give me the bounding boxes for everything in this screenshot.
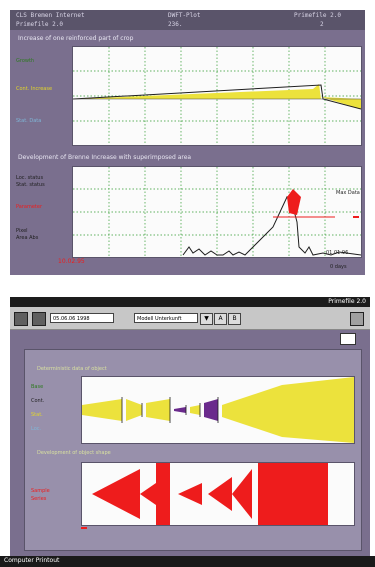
bottom-panel1-legend-3: Stat. bbox=[31, 412, 43, 418]
top-subtitle-center: 236. bbox=[168, 21, 183, 28]
bottom-toolbar: 05.06.06 1998 Modell Unterkunft ▼ A B bbox=[10, 307, 370, 330]
top-titlebar: CLS Bremen Internet DWFT-Plot Primefile … bbox=[10, 10, 365, 30]
top-panel2-legend-2: Stat. status bbox=[16, 182, 45, 188]
top-panel2-chart bbox=[73, 167, 362, 257]
top-screenshot: CLS Bremen Internet DWFT-Plot Primefile … bbox=[10, 10, 365, 275]
top-panel2-legend-3: Pixel bbox=[16, 228, 28, 234]
top-max-data-label: Max Data bbox=[336, 190, 360, 196]
status-bar: Computer Printout bbox=[0, 556, 375, 567]
top-panel1-legend-2: Cont. Increase bbox=[16, 86, 53, 92]
bottom-panel2-legend-2: Series bbox=[31, 496, 47, 502]
top-panel1-legend-3: Stat. Data bbox=[16, 118, 42, 124]
bottom-shape-7 bbox=[222, 377, 354, 443]
bottom-red-triangle-3 bbox=[178, 483, 202, 505]
bottom-shape-5 bbox=[190, 405, 200, 415]
window-restore-icon[interactable] bbox=[340, 333, 356, 345]
toolbar-a-button[interactable]: A bbox=[214, 313, 227, 325]
bottom-red-bar bbox=[156, 463, 170, 525]
top-panel2-legend-4: Area Abs bbox=[16, 235, 39, 241]
date-field[interactable]: 05.06.06 1998 bbox=[50, 313, 114, 323]
bottom-red-triangle-4 bbox=[208, 477, 232, 511]
bottom-red-marker bbox=[81, 527, 87, 529]
bottom-panel2-plot bbox=[81, 462, 355, 526]
bottom-shape-3 bbox=[146, 399, 170, 421]
model-dropdown[interactable]: Modell Unterkunft bbox=[134, 313, 198, 323]
top-panel2-plot bbox=[72, 166, 362, 258]
top-panel2-legend-mid: Parameter bbox=[16, 204, 43, 210]
top-panel2-title: Development of Brenne Increase with supe… bbox=[18, 154, 192, 161]
bottom-screenshot: Primefile 2.0 05.06.06 1998 Modell Unter… bbox=[10, 297, 370, 559]
bottom-panel2-legend-1: Sample bbox=[31, 488, 50, 494]
top-panel1-legend-1: Growth bbox=[16, 58, 35, 64]
top-pixel-line bbox=[182, 195, 362, 256]
top-days-label: 0 days bbox=[330, 264, 347, 270]
bottom-window-titlebar: Primefile 2.0 bbox=[10, 297, 370, 307]
bottom-panel1-plot bbox=[81, 376, 355, 444]
bottom-panel1-legend-2: Cont. bbox=[31, 398, 45, 404]
bottom-panel1-title: Deterministic data of object bbox=[37, 366, 107, 372]
bottom-shape-1 bbox=[82, 399, 122, 421]
close-icon[interactable] bbox=[350, 312, 364, 326]
top-panel1-title: Increase of one reinforced part of crop bbox=[18, 35, 134, 42]
bottom-shape-2 bbox=[126, 399, 142, 421]
bottom-shape-6 bbox=[204, 399, 218, 421]
top-panel2-legend-1: Loc. status bbox=[16, 175, 44, 181]
bottom-panel2-chart bbox=[92, 463, 328, 525]
top-title-right: Primefile 2.0 bbox=[294, 12, 341, 19]
top-title-left: CLS Bremen Internet bbox=[16, 12, 85, 19]
bottom-red-triangle-2 bbox=[140, 483, 156, 505]
top-subtitle-left: Primefile 2.0 bbox=[16, 21, 63, 28]
bottom-panel1-legend-4: Loc. bbox=[31, 426, 42, 432]
top-red-end-mark bbox=[353, 216, 359, 218]
dropdown-arrow-button[interactable]: ▼ bbox=[200, 313, 213, 325]
print-icon[interactable] bbox=[32, 312, 46, 326]
status-text: Computer Printout bbox=[4, 557, 60, 564]
top-date-left: 10.02.95 bbox=[58, 258, 85, 265]
bottom-red-triangle-5 bbox=[232, 469, 252, 519]
bottom-window-title: Primefile 2.0 bbox=[328, 298, 366, 305]
bottom-red-triangle-1 bbox=[92, 469, 140, 519]
top-panel1-chart bbox=[72, 47, 362, 145]
top-title-center: DWFT-Plot bbox=[168, 12, 201, 19]
bottom-panel1-chart bbox=[82, 377, 354, 443]
bottom-shape-4 bbox=[174, 407, 186, 413]
bottom-panel1-legend-1: Base bbox=[31, 384, 44, 390]
top-panel1-plot bbox=[72, 46, 362, 146]
bottom-panel2-title: Development of object shape bbox=[37, 450, 111, 456]
top-subtitle-right: 2 bbox=[320, 21, 324, 28]
document-icon[interactable] bbox=[14, 312, 28, 326]
toolbar-b-button[interactable]: B bbox=[228, 313, 241, 325]
bottom-inner-panel: Deterministic data of object Base Cont. … bbox=[24, 349, 362, 551]
top-date-right: 01.01.96 bbox=[326, 250, 349, 256]
bottom-red-block bbox=[258, 463, 328, 525]
